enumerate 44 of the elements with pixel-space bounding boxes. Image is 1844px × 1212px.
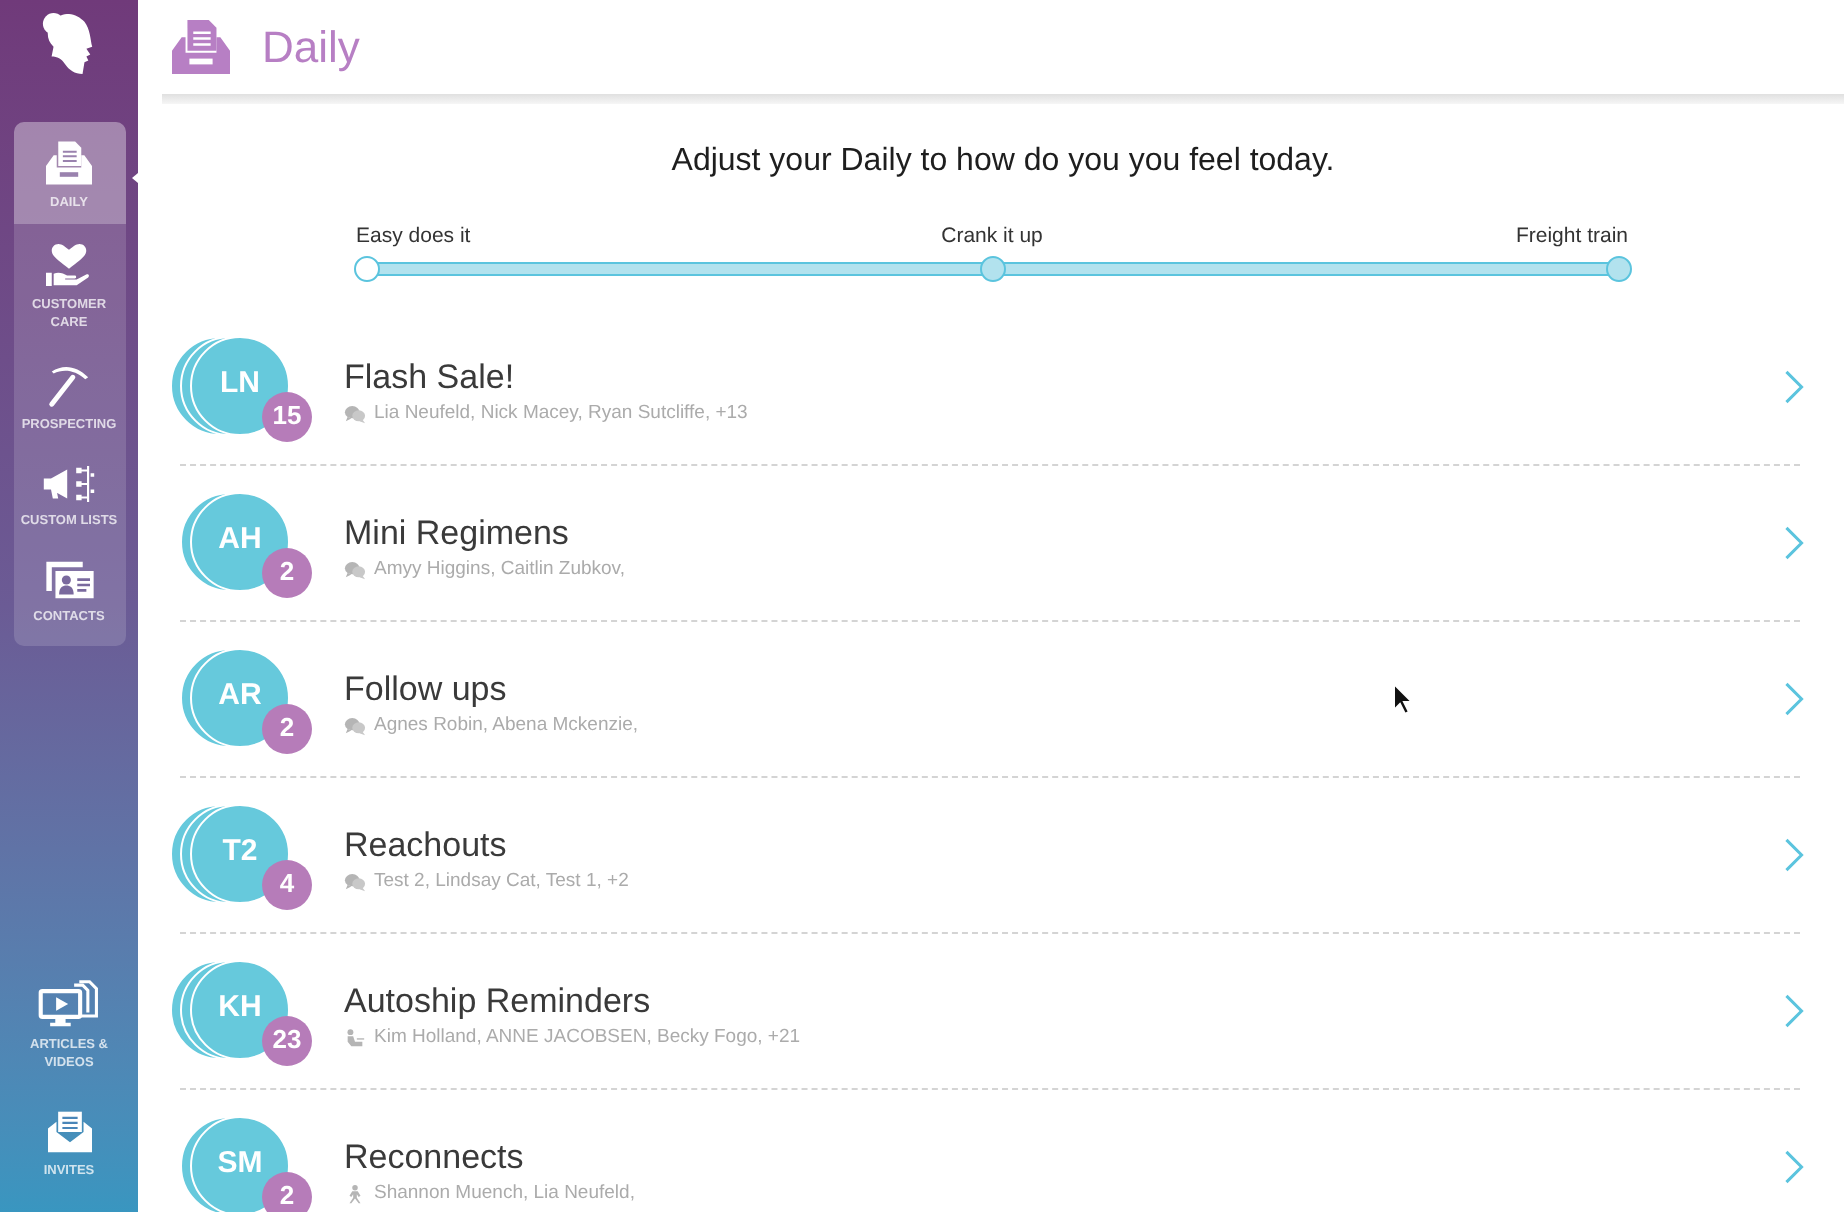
head-silhouette-icon: [40, 9, 98, 75]
contact-cards-icon: [43, 560, 95, 600]
chevron-right-icon[interactable]: [1784, 994, 1804, 1028]
megaphone-list-icon: [42, 464, 96, 504]
member-names: Test 2, Lindsay Cat, Test 1, +2: [374, 870, 629, 894]
inbox-tray-icon: [44, 140, 94, 186]
chevron-right-icon[interactable]: [1784, 370, 1804, 404]
figure-icon: [344, 1184, 366, 1204]
chevron-right-icon[interactable]: [1784, 526, 1804, 560]
member-names: Lia Neufeld, Nick Macey, Ryan Sutcliffe, +13: [374, 402, 748, 426]
chat-bubbles-icon: [344, 716, 366, 736]
slider-label: Easy does it: [356, 224, 471, 248]
slider-label: Freight train: [1515, 224, 1628, 248]
seated-person-icon: [344, 1028, 366, 1048]
mouse-cursor-icon: [1392, 682, 1414, 716]
list-title: Flash Sale!: [344, 356, 515, 398]
member-names: Amyy Higgins, Caitlin Zubkov,: [374, 558, 625, 582]
envelope-letter-icon: [45, 1110, 93, 1154]
heart-in-hand-icon: [44, 242, 94, 288]
prompt-heading: Adjust your Daily to how do you you feel today.: [669, 142, 1337, 182]
slider-track[interactable]: [353, 256, 1631, 282]
slider-stop[interactable]: [353, 256, 379, 282]
chevron-right-icon[interactable]: [1784, 1150, 1804, 1184]
list-title: Reachouts: [344, 824, 507, 866]
list-title: Follow ups: [344, 668, 507, 710]
chevron-right-icon[interactable]: [1784, 682, 1804, 716]
member-names: Agnes Robin, Abena Mckenzie,: [374, 714, 639, 738]
triangle-notch-icon: [131, 168, 143, 188]
slider-stop[interactable]: [1605, 256, 1631, 282]
list-title: Autoship Reminders: [344, 980, 651, 1022]
pickaxe-icon: [46, 362, 92, 408]
member-names: Shannon Muench, Lia Neufeld,: [374, 1182, 635, 1206]
list-title: Mini Regimens: [344, 512, 569, 554]
slider-label: Crank it up: [941, 224, 1043, 248]
chevron-right-icon[interactable]: [1784, 838, 1804, 872]
list-title: Reconnects: [344, 1136, 524, 1178]
chat-bubbles-icon: [344, 404, 366, 424]
inbox-tray-icon: [170, 18, 232, 76]
monitor-play-icon: [38, 980, 100, 1028]
chat-bubbles-icon: [344, 560, 366, 580]
member-names: Kim Holland, ANNE JACOBSEN, Becky Fogo, +21: [374, 1026, 801, 1050]
page-title: Daily: [262, 19, 360, 75]
slider-stop[interactable]: [979, 256, 1005, 282]
chat-bubbles-icon: [344, 872, 366, 892]
